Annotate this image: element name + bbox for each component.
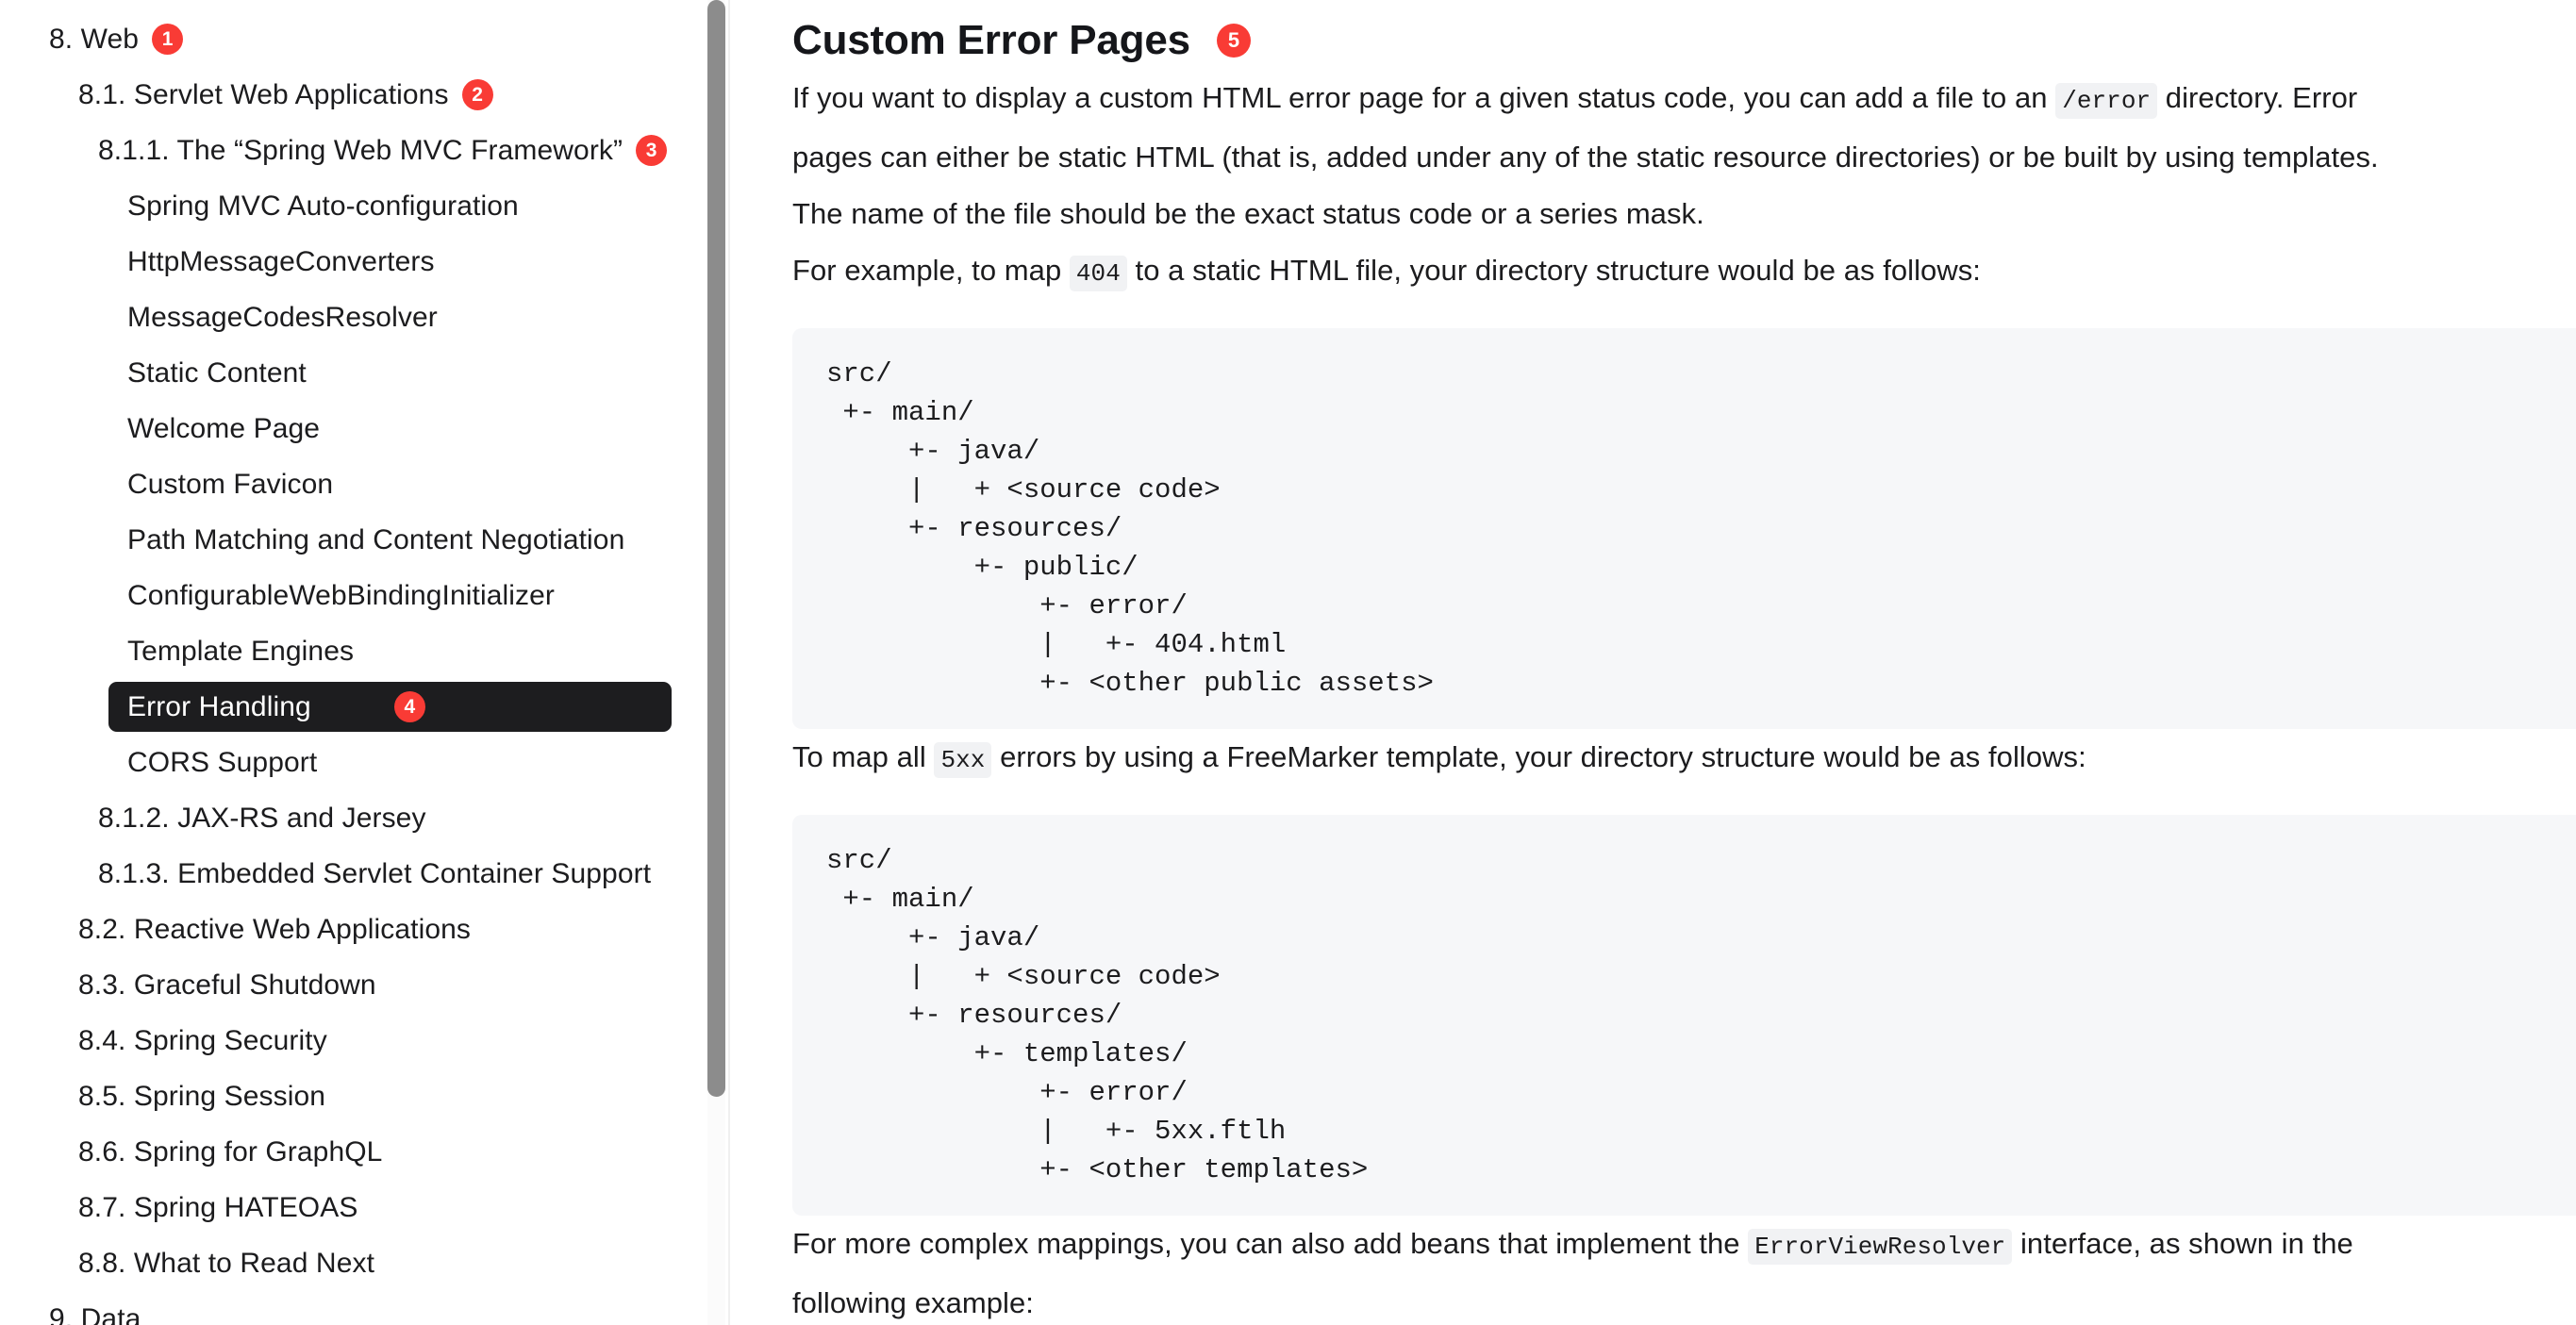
annotation-badge-3: 3 (636, 135, 668, 166)
sidebar-item-8-1-3-embedded-servlet-container-support[interactable]: 8.1.3. Embedded Servlet Container Suppor… (0, 846, 731, 902)
annotation-badge-2: 2 (461, 79, 493, 110)
sidebar-item-error-handling[interactable]: Error Handling 4 (0, 679, 731, 735)
sidebar-item-welcome-page[interactable]: Welcome Page (0, 401, 731, 456)
sidebar-item-label: 8.1.2. JAX-RS and Jersey (98, 802, 426, 834)
sidebar-item-template-engines[interactable]: Template Engines (0, 623, 731, 679)
sidebar-item-8-5-spring-session[interactable]: 8.5. Spring Session (0, 1068, 731, 1124)
sidebar-item-8-web[interactable]: 8. Web 1 (0, 11, 731, 67)
sidebar-scrollbar-thumb[interactable] (707, 0, 725, 1097)
inline-code-error-view-resolver: ErrorViewResolver (1748, 1229, 2013, 1265)
annotation-badge-1: 1 (152, 24, 184, 55)
sidebar-item-8-3-graceful-shutdown[interactable]: 8.3. Graceful Shutdown (0, 957, 731, 1013)
main-content: Custom Error Pages 5 If you want to disp… (731, 0, 2576, 1325)
sidebar-item-label: 8.1.3. Embedded Servlet Container Suppor… (98, 857, 652, 889)
inline-code-5xx: 5xx (934, 742, 992, 778)
sidebar-item-label: Static Content (127, 356, 307, 389)
sidebar-item-8-4-spring-security[interactable]: 8.4. Spring Security (0, 1013, 731, 1068)
paragraph-example-5xx-part2: errors by using a FreeMarker template, y… (1000, 740, 2086, 773)
sidebar-item-cors-support[interactable]: CORS Support (0, 735, 731, 790)
paragraph-example-5xx: To map all 5xx errors by using a FreeMar… (792, 729, 2396, 788)
page-title-text: Custom Error Pages (792, 16, 1190, 63)
sidebar-item-messagecodesresolver[interactable]: MessageCodesResolver (0, 290, 731, 345)
sidebar-item-8-1-2-jax-rs-and-jersey[interactable]: 8.1.2. JAX-RS and Jersey (0, 790, 731, 846)
toc-list: 8. Web 1 8.1. Servlet Web Applications 2 8.1… (0, 0, 731, 1325)
sidebar-item-8-1-servlet-web-applications[interactable]: 8.1. Servlet Web Applications 2 (0, 67, 731, 123)
sidebar-item-label: Path Matching and Content Negotiation (127, 523, 625, 555)
sidebar-item-configurablewebbindinginitializer[interactable]: ConfigurableWebBindingInitializer (0, 568, 731, 623)
page-title: Custom Error Pages 5 (792, 0, 2576, 70)
sidebar-item-8-1-1-the-spring-web-mvc-framework[interactable]: 8.1.1. The “Spring Web MVC Framework” 3 (0, 123, 731, 178)
code-block-static-html-tree: src/ +- main/ +- java/ | + <source code>… (792, 328, 2576, 729)
sidebar-item-label: 8.3. Graceful Shutdown (78, 969, 376, 1001)
code-block-freemarker-tree: src/ +- main/ +- java/ | + <source code>… (792, 815, 2576, 1216)
sidebar-item-label: 8.5. Spring Session (78, 1080, 326, 1112)
sidebar-item-label: Template Engines (127, 635, 355, 667)
sidebar-item-label: HttpMessageConverters (127, 245, 435, 277)
sidebar-item-label: Spring MVC Auto-configuration (127, 190, 519, 222)
paragraph-example-404-part1: For example, to map (792, 254, 1062, 287)
sidebar-item-spring-mvc-auto-configuration[interactable]: Spring MVC Auto-configuration (0, 178, 731, 234)
sidebar-item-label: Welcome Page (127, 412, 321, 444)
sidebar-item-httpmessageconverters[interactable]: HttpMessageConverters (0, 234, 731, 290)
annotation-badge-4: 4 (393, 691, 425, 722)
documentation-page: 8. Web 1 8.1. Servlet Web Applications 2 8.1… (0, 0, 2576, 1325)
sidebar-item-9-data[interactable]: 9. Data (0, 1291, 731, 1325)
paragraph-example-404: For example, to map 404 to a static HTML… (792, 242, 2396, 302)
paragraph-intro: If you want to display a custom HTML err… (792, 70, 2396, 242)
sidebar-item-label: CORS Support (127, 746, 318, 778)
paragraph-example-404-part2: to a static HTML file, your directory st… (1135, 254, 1981, 287)
sidebar-item-label: Custom Favicon (127, 468, 334, 500)
sidebar-item-label: 9. Data (49, 1302, 141, 1325)
sidebar-item-8-7-spring-hateoas[interactable]: 8.7. Spring HATEOAS (0, 1180, 731, 1235)
paragraph-error-view-resolver-part1: For more complex mappings, you can also … (792, 1227, 1740, 1260)
sidebar-item-custom-favicon[interactable]: Custom Favicon (0, 456, 731, 512)
sidebar-item-label: 8.6. Spring for GraphQL (78, 1135, 383, 1168)
sidebar-item-8-6-spring-for-graphql[interactable]: 8.6. Spring for GraphQL (0, 1124, 731, 1180)
sidebar-item-8-8-what-to-read-next[interactable]: 8.8. What to Read Next (0, 1235, 731, 1291)
sidebar-item-label: 8.2. Reactive Web Applications (78, 913, 472, 945)
sidebar-item-label: 8.7. Spring HATEOAS (78, 1191, 358, 1223)
sidebar-item-static-content[interactable]: Static Content (0, 345, 731, 401)
paragraph-intro-part1: If you want to display a custom HTML err… (792, 81, 2048, 114)
inline-code-error-dir: /error (2055, 83, 2158, 119)
sidebar-item-label: 8.1. Servlet Web Applications (78, 78, 449, 110)
paragraph-error-view-resolver: For more complex mappings, you can also … (792, 1216, 2396, 1325)
sidebar-divider (728, 0, 730, 1325)
sidebar-item-label: 8.4. Spring Security (78, 1024, 327, 1056)
sidebar-item-label: Error Handling (127, 690, 311, 722)
sidebar-item-label: ConfigurableWebBindingInitializer (127, 579, 556, 611)
sidebar-item-label: 8.8. What to Read Next (78, 1247, 375, 1279)
sidebar-item-label: 8. Web (49, 23, 140, 55)
sidebar-toc: 8. Web 1 8.1. Servlet Web Applications 2 8.1… (0, 0, 731, 1325)
sidebar-item-8-2-reactive-web-applications[interactable]: 8.2. Reactive Web Applications (0, 902, 731, 957)
sidebar-item-label: MessageCodesResolver (127, 301, 438, 333)
paragraph-example-5xx-part1: To map all (792, 740, 926, 773)
sidebar-item-label: 8.1.1. The “Spring Web MVC Framework” (98, 134, 623, 166)
annotation-badge-5: 5 (1216, 24, 1251, 58)
sidebar-item-path-matching-and-content-negotiation[interactable]: Path Matching and Content Negotiation (0, 512, 731, 568)
inline-code-404: 404 (1069, 256, 1127, 291)
